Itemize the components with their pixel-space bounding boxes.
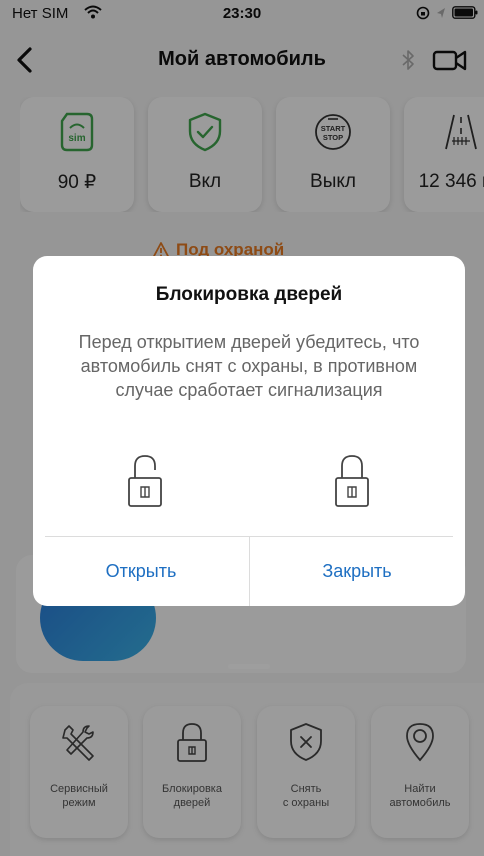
close-doors-button[interactable]: Закрыть [249,537,465,606]
door-lock-dialog: Блокировка дверей Перед открытием дверей… [33,256,465,606]
unlocked-padlock-icon [128,455,162,507]
dialog-title: Блокировка дверей [155,284,343,305]
open-doors-button[interactable]: Открыть [33,537,249,606]
dialog-message: Перед открытием дверей убедитесь, что ав… [78,332,420,400]
locked-padlock-icon [335,455,369,507]
